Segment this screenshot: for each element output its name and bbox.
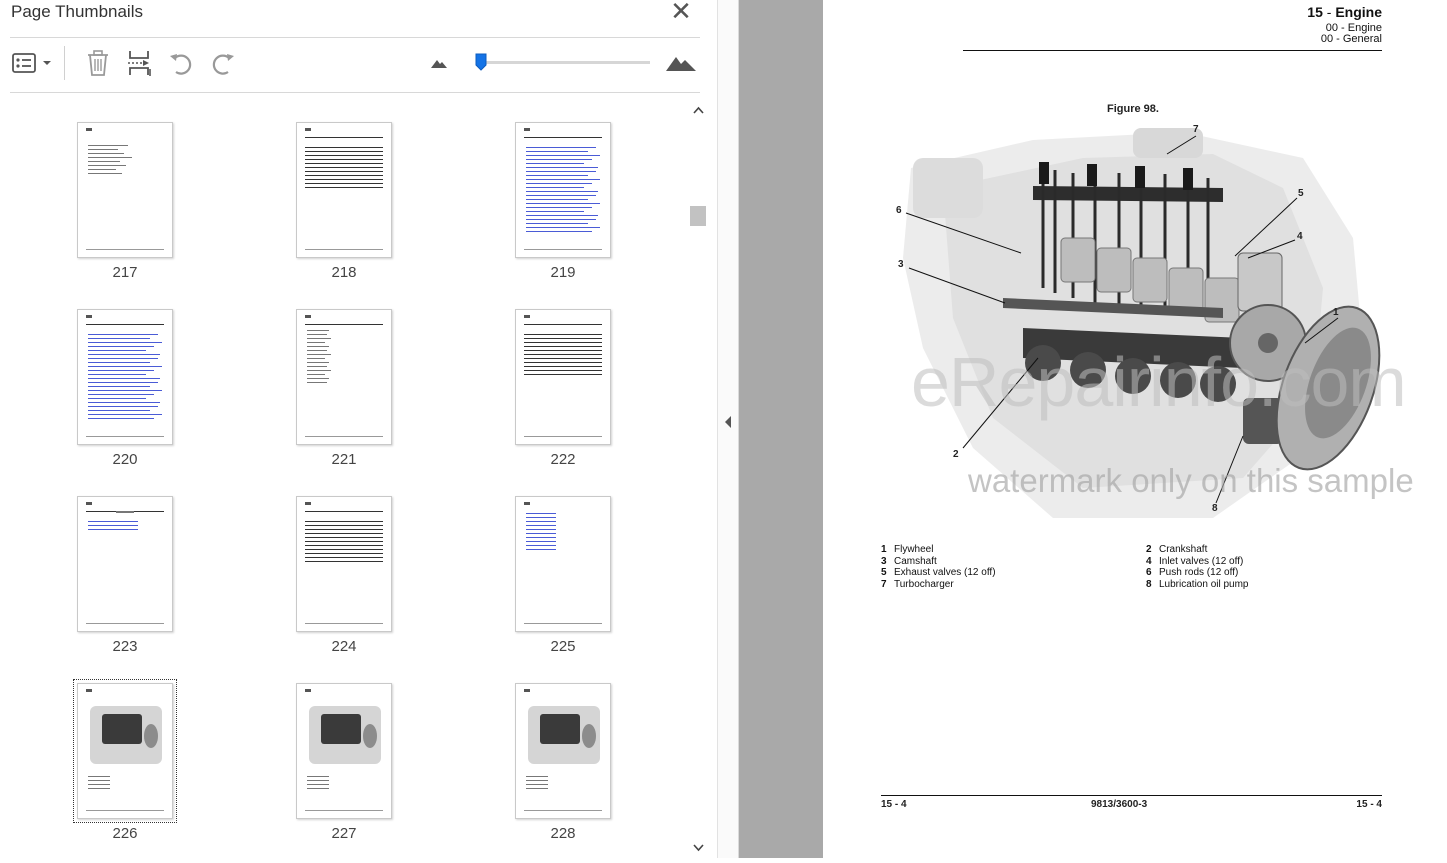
insert-pages-icon <box>128 51 151 76</box>
callout-label: 7 <box>1193 124 1199 135</box>
thumbnail-page-number: 218 <box>331 264 357 281</box>
callout-label: 5 <box>1298 188 1304 199</box>
page-thumbnail[interactable] <box>296 683 392 819</box>
zoom-slider-track[interactable] <box>476 61 650 64</box>
thumbnail-page-number: 221 <box>331 451 357 468</box>
panel-title: Page Thumbnails <box>11 2 143 21</box>
document-viewer[interactable]: 15 - Engine 00 - Engine 00 - General Fig… <box>739 0 1447 858</box>
page-thumbnails-panel: Page Thumbnails ✕ 217 218 219 220 221 222 223 2… <box>0 0 717 858</box>
thumbnail-page-number: 219 <box>550 264 576 281</box>
thumbnail-page-number: 223 <box>112 638 138 655</box>
chapter-heading: 15 - Engine <box>1307 4 1382 20</box>
chapter-name: Engine <box>1335 4 1382 20</box>
triangle-left-icon <box>725 416 731 428</box>
watermark-subtext: watermark only on this sample <box>968 462 1414 499</box>
page-thumbnail[interactable] <box>296 122 392 258</box>
divider <box>10 92 700 93</box>
panel-splitter[interactable] <box>717 0 739 858</box>
toolbar-separator <box>64 46 65 80</box>
thumbnail-page-number: 217 <box>112 264 138 281</box>
thumbnail-options-icon <box>12 53 51 73</box>
page-thumbnail[interactable] <box>515 122 611 258</box>
callout-label: 6 <box>896 205 902 216</box>
large-mountain-icon <box>666 57 696 71</box>
legend-item: 1 Flywheel <box>881 544 934 555</box>
legend-item: 4 Inlet valves (12 off) <box>1146 556 1244 567</box>
trash-icon <box>88 50 108 76</box>
footer-rule <box>881 795 1382 796</box>
page-thumbnail[interactable] <box>73 679 177 823</box>
page-thumbnail[interactable] <box>77 122 173 258</box>
rotate-counterclockwise-button[interactable] <box>166 48 196 78</box>
thumbnail-page-number: 222 <box>550 451 576 468</box>
thumbnail-page-number: 224 <box>331 638 357 655</box>
legend-item: 8 Lubrication oil pump <box>1146 579 1249 590</box>
legend-item: 7 Turbocharger <box>881 579 954 590</box>
callout-label: 8 <box>1212 503 1218 514</box>
thumbnail-page-number: 228 <box>550 825 576 842</box>
thumbnail-page-number: 220 <box>112 451 138 468</box>
thumbnail-page-number: 227 <box>331 825 357 842</box>
page-thumbnail[interactable] <box>77 309 173 445</box>
document-page: 15 - Engine 00 - Engine 00 - General Fig… <box>823 0 1447 858</box>
small-mountain-icon <box>431 60 447 68</box>
zoom-out-thumbnails-button[interactable] <box>426 48 452 78</box>
divider <box>10 37 700 38</box>
legend-item: 3 Camshaft <box>881 556 937 567</box>
thumbnail-page-number: 225 <box>550 638 576 655</box>
scrollbar-thumb[interactable] <box>690 206 706 226</box>
rotate-clockwise-icon <box>212 54 234 75</box>
chapter-number: 15 <box>1307 4 1323 20</box>
callout-label: 2 <box>953 449 959 460</box>
thumbnail-options-button[interactable] <box>10 48 54 78</box>
zoom-slider-thumb[interactable] <box>475 53 487 71</box>
scroll-down-button[interactable] <box>688 838 709 858</box>
chevron-down-icon <box>693 844 704 852</box>
delete-pages-button[interactable] <box>84 48 112 78</box>
page-thumbnail[interactable] <box>515 496 611 632</box>
header-rule <box>963 50 1382 51</box>
legend-item: 6 Push rods (12 off) <box>1146 567 1239 578</box>
page-thumbnail[interactable] <box>296 309 392 445</box>
insert-pages-button[interactable] <box>125 48 155 78</box>
page-thumbnail[interactable] <box>77 496 173 632</box>
footer-page-right: 15 - 4 <box>1356 799 1382 810</box>
legend-item: 2 Crankshaft <box>1146 544 1208 555</box>
page-thumbnail[interactable] <box>515 309 611 445</box>
footer-page-left: 15 - 4 <box>881 799 907 810</box>
watermark-text: eRepairinfo.com <box>911 343 1407 421</box>
figure-label: Figure 98. <box>1107 103 1159 115</box>
subsection-heading: 00 - General <box>1320 33 1382 45</box>
thumbnail-page-number: 226 <box>112 825 138 842</box>
collapse-panel-button[interactable] <box>723 412 733 432</box>
page-thumbnail[interactable] <box>296 496 392 632</box>
legend-item: 5 Exhaust valves (12 off) <box>881 567 996 578</box>
close-panel-button[interactable]: ✕ <box>668 0 694 24</box>
rotate-counterclockwise-icon <box>170 54 192 75</box>
thumbnails-scrollbar[interactable] <box>688 100 709 858</box>
scroll-up-button[interactable] <box>688 100 709 120</box>
zoom-in-thumbnails-button[interactable] <box>663 48 699 78</box>
chevron-up-icon <box>693 106 704 114</box>
callout-label: 3 <box>898 259 904 270</box>
callout-label: 1 <box>1333 307 1339 318</box>
footer-doc-number: 9813/3600-3 <box>1091 799 1148 810</box>
callout-label: 4 <box>1297 231 1303 242</box>
page-thumbnail[interactable] <box>515 683 611 819</box>
rotate-clockwise-button[interactable] <box>208 48 238 78</box>
thumbnails-grid: 217 218 219 220 221 222 223 224 225 226 227 228 <box>0 100 688 858</box>
chapter-separator: - <box>1322 4 1336 20</box>
